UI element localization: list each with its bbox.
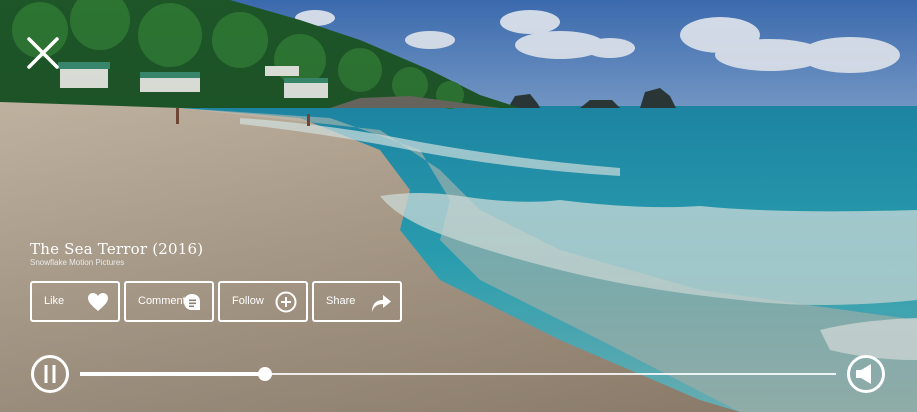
video-player: The Sea Terror (2016) Snowflake Motion P… (0, 0, 917, 412)
share-button[interactable]: Share (312, 281, 402, 322)
heart-icon (88, 293, 108, 311)
plus-circle-icon (275, 291, 297, 313)
close-icon (27, 37, 59, 69)
volume-button[interactable] (846, 354, 886, 394)
volume-icon (847, 355, 885, 393)
video-studio: Snowflake Motion Pictures (30, 258, 125, 267)
share-label: Share (326, 295, 356, 307)
progress-knob[interactable] (258, 367, 273, 381)
player-controls (0, 348, 917, 400)
comment-label: Comment (138, 295, 186, 307)
like-button[interactable]: Like (30, 281, 120, 322)
pause-icon (31, 355, 69, 393)
close-button[interactable] (26, 36, 60, 70)
like-label: Like (44, 295, 65, 307)
comment-button[interactable]: Comment (124, 281, 214, 322)
progress-bar[interactable] (80, 367, 836, 381)
pause-button[interactable] (30, 354, 70, 394)
progress-fill (80, 372, 266, 376)
follow-button[interactable]: Follow (218, 281, 308, 322)
follow-label: Follow (232, 295, 264, 307)
comment-icon (184, 294, 200, 310)
share-arrow-icon (372, 295, 391, 312)
video-title: The Sea Terror (2016) (30, 240, 204, 258)
